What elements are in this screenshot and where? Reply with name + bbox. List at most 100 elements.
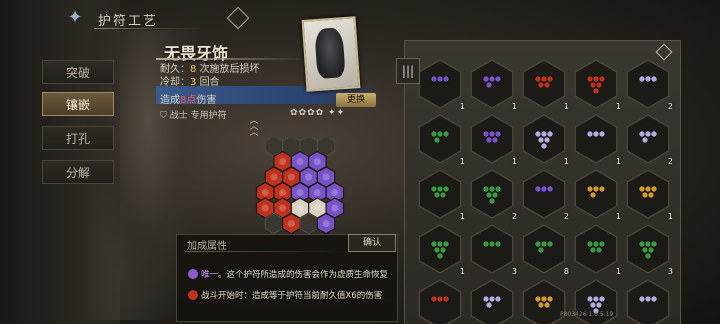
gem-piece	[592, 240, 600, 248]
gem-shine	[313, 189, 321, 196]
gem-piece	[485, 301, 493, 309]
item-card-portrait[interactable]	[301, 16, 361, 92]
confirm-button[interactable]: 确认	[348, 234, 396, 252]
gem-piece	[589, 191, 597, 199]
hex-slot-frame	[626, 279, 670, 324]
quality-pips: ✿✿✿✿ ✦✦	[290, 108, 346, 118]
board-hex-empty[interactable]	[299, 212, 319, 235]
gem-piece	[641, 136, 649, 144]
gem-slot[interactable]: 1	[573, 114, 621, 166]
gem-piece	[595, 246, 603, 254]
gem-slot[interactable]	[417, 279, 463, 324]
gem-piece	[543, 136, 551, 144]
effect-text: 。这个护符所造成的伤害会作为虚质生命恢复	[218, 270, 389, 280]
gem-piece	[485, 136, 493, 144]
gem-shine	[331, 189, 339, 196]
tab-disassemble[interactable]: 分解	[42, 160, 114, 184]
header-underline	[94, 28, 204, 29]
gem-shine	[313, 158, 321, 165]
gem-inventory-panel[interactable]: 11112111121221113813	[404, 40, 681, 324]
gem-slot[interactable]: 1	[417, 59, 465, 111]
gem-piece	[595, 81, 603, 89]
gem-shine	[331, 204, 339, 212]
hex-slot-frame	[470, 279, 514, 324]
gem-slot[interactable]: 1	[417, 224, 465, 276]
gem-piece	[598, 295, 606, 303]
gem-piece	[436, 130, 444, 138]
slot-count: 1	[511, 157, 517, 166]
gem-piece	[491, 191, 499, 199]
gem-piece	[482, 295, 490, 303]
effect-prefix: 战斗开始时	[201, 291, 244, 301]
gem-piece	[595, 301, 603, 309]
slot-count: 1	[459, 267, 465, 276]
gem-piece	[488, 185, 496, 193]
gem-slot[interactable]: 1	[469, 59, 517, 111]
gem-piece	[433, 246, 441, 254]
swap-button[interactable]: 更换	[336, 93, 376, 107]
hex-slot-frame	[418, 59, 462, 109]
gem-slot[interactable]: 1	[521, 59, 569, 111]
gem-slot[interactable]: 1	[417, 169, 465, 221]
slot-hex	[574, 114, 618, 164]
gem-shine	[279, 204, 287, 212]
gem-piece	[488, 75, 496, 83]
gem-slot[interactable]: 3	[625, 224, 673, 276]
hex-slot-frame	[470, 114, 514, 164]
gem-slot[interactable]: 1	[573, 59, 621, 111]
gem-piece	[482, 75, 490, 83]
cooldown-label: 冷却：	[160, 77, 190, 88]
hex-slot-frame	[522, 114, 566, 164]
slot-count: 1	[667, 212, 673, 221]
tab-breakthrough[interactable]: 突破	[42, 60, 114, 84]
gem-slot[interactable]: 1	[573, 169, 621, 221]
gem-piece	[442, 130, 450, 138]
gem-slot[interactable]: 2	[625, 59, 673, 111]
tab-punch-hole[interactable]: 打孔	[42, 126, 114, 150]
hex-slot-frame	[574, 169, 618, 219]
gem-piece	[586, 295, 594, 303]
gem-slot[interactable]: 1	[417, 114, 465, 166]
gem-shine	[305, 173, 313, 181]
hex-slot-frame	[522, 169, 566, 219]
gem-shine	[261, 189, 269, 196]
gem-shine	[287, 173, 295, 181]
help-diamond-icon[interactable]	[226, 6, 250, 30]
slot-count: 1	[563, 102, 569, 111]
hex-slot-frame	[626, 114, 670, 164]
gem-slot[interactable]	[625, 279, 671, 324]
gem-piece	[537, 136, 545, 144]
hex-slot-frame	[574, 224, 618, 274]
gem-slot[interactable]: 1	[521, 114, 569, 166]
tab-inlay[interactable]: 镶嵌	[42, 92, 114, 116]
gem-piece	[534, 185, 542, 193]
gem-slot[interactable]: 2	[625, 114, 673, 166]
gem-slot[interactable]: 1	[625, 169, 673, 221]
gem-slot[interactable]	[469, 279, 515, 324]
gem-piece	[644, 295, 652, 303]
gem-slot[interactable]: 1	[469, 114, 517, 166]
gem-piece	[641, 246, 649, 254]
gem-piece	[485, 81, 493, 89]
gem-slot[interactable]: 2	[469, 169, 517, 221]
gem-piece	[592, 130, 600, 138]
slot-count: 8	[563, 267, 569, 276]
gem-piece	[598, 75, 606, 83]
hex-board[interactable]	[230, 138, 370, 238]
screen-title: 护符工艺	[98, 14, 159, 29]
gem-piece	[546, 240, 554, 248]
slot-hex	[470, 224, 514, 274]
gem-slot[interactable]: 1	[573, 224, 621, 276]
fang-claw-icon	[314, 27, 346, 79]
hex-slot-frame	[574, 59, 618, 109]
gem-piece	[650, 75, 658, 83]
gem-piece	[592, 185, 600, 193]
gem-slot[interactable]: 2	[521, 169, 569, 221]
gem-piece	[534, 295, 542, 303]
inventory-filter-icon[interactable]: |||	[396, 58, 420, 84]
gem-piece	[494, 295, 502, 303]
board-hex-empty[interactable]	[264, 212, 284, 235]
gem-slot[interactable]: 8	[521, 224, 569, 276]
gem-piece	[442, 240, 450, 248]
gem-slot[interactable]: 3	[469, 224, 517, 276]
